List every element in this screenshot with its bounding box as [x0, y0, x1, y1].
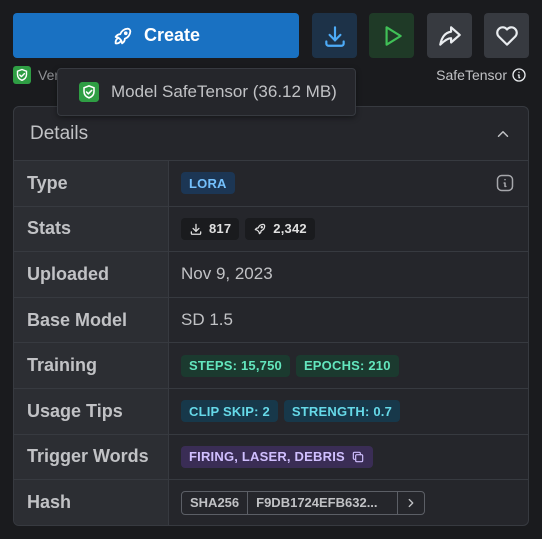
detail-row-type: Type LORA [14, 161, 528, 207]
generation-count: 2,342 [273, 221, 307, 237]
base-model-value: SD 1.5 [181, 310, 233, 330]
share-button[interactable] [427, 13, 472, 58]
detail-row-training: Training STEPS: 15,750 EPOCHS: 210 [14, 343, 528, 389]
row-label: Base Model [14, 297, 169, 343]
trigger-words-badge[interactable]: FIRING, LASER, DEBRIS [181, 445, 373, 468]
chevron-up-icon[interactable] [494, 125, 512, 143]
row-label: Stats [14, 206, 169, 252]
download-button[interactable] [312, 13, 357, 58]
generation-count-badge: 2,342 [245, 217, 315, 240]
rocket-icon [114, 27, 132, 44]
hash-algorithm[interactable]: SHA256 [182, 491, 249, 514]
create-button[interactable]: Create [13, 13, 299, 58]
hash-value[interactable]: F9DB1724EFB632... [248, 491, 399, 514]
like-button[interactable] [484, 13, 529, 58]
row-label: Trigger Words [14, 434, 169, 480]
version-text: Ver [38, 67, 60, 83]
detail-row-usage-tips: Usage Tips CLIP SKIP: 2 STRENGTH: 0.7 [14, 388, 528, 435]
row-label: Training [14, 343, 169, 388]
rocket-icon [254, 223, 266, 235]
clip-skip-badge: CLIP SKIP: 2 [181, 400, 278, 423]
download-icon [190, 223, 202, 235]
detail-row-hash: Hash SHA256 F9DB1724EFB632... [14, 480, 528, 525]
info-icon[interactable] [511, 67, 527, 83]
download-count-badge: 817 [181, 217, 240, 240]
shield-check-icon [79, 82, 99, 102]
row-label: Uploaded [14, 252, 169, 297]
model-type-badge: LORA [181, 172, 235, 195]
detail-row-stats: Stats 817 2,342 [14, 206, 528, 253]
detail-row-trigger-words: Trigger Words FIRING, LASER, DEBRIS [14, 434, 528, 481]
trigger-words-text: FIRING, LASER, DEBRIS [189, 449, 345, 465]
file-format-label: SafeTensor [436, 67, 507, 83]
uploaded-date: Nov 9, 2023 [181, 264, 273, 284]
model-actions: Create [13, 13, 529, 59]
hash-box[interactable]: SHA256 F9DB1724EFB632... [181, 490, 426, 515]
details-panel: Details Type LORA Stats 817 2,342 Upload… [13, 106, 529, 526]
download-count: 817 [209, 221, 232, 237]
steps-badge: STEPS: 15,750 [181, 354, 290, 377]
details-title: Details [30, 122, 89, 144]
strength-badge: STRENGTH: 0.7 [283, 400, 401, 423]
info-icon[interactable] [495, 173, 515, 193]
run-button[interactable] [369, 13, 414, 58]
create-button-label: Create [143, 25, 201, 45]
detail-row-uploaded: Uploaded Nov 9, 2023 [14, 252, 528, 298]
shield-check-icon [13, 66, 31, 84]
chevron-right-icon [408, 498, 414, 508]
tooltip-text: Model SafeTensor (36.12 MB) [111, 82, 337, 101]
heart-icon [495, 25, 518, 46]
download-icon [324, 25, 345, 47]
detail-row-base-model: Base Model SD 1.5 [14, 297, 528, 344]
copy-icon[interactable] [351, 450, 365, 464]
play-icon [385, 25, 402, 46]
hash-next-button[interactable] [398, 492, 424, 514]
row-label: Usage Tips [14, 388, 169, 434]
file-tooltip: Model SafeTensor (36.12 MB) [57, 68, 356, 116]
row-label: Hash [14, 480, 169, 525]
row-label: Type [14, 161, 169, 206]
share-icon [438, 25, 461, 46]
epochs-badge: EPOCHS: 210 [295, 354, 399, 377]
